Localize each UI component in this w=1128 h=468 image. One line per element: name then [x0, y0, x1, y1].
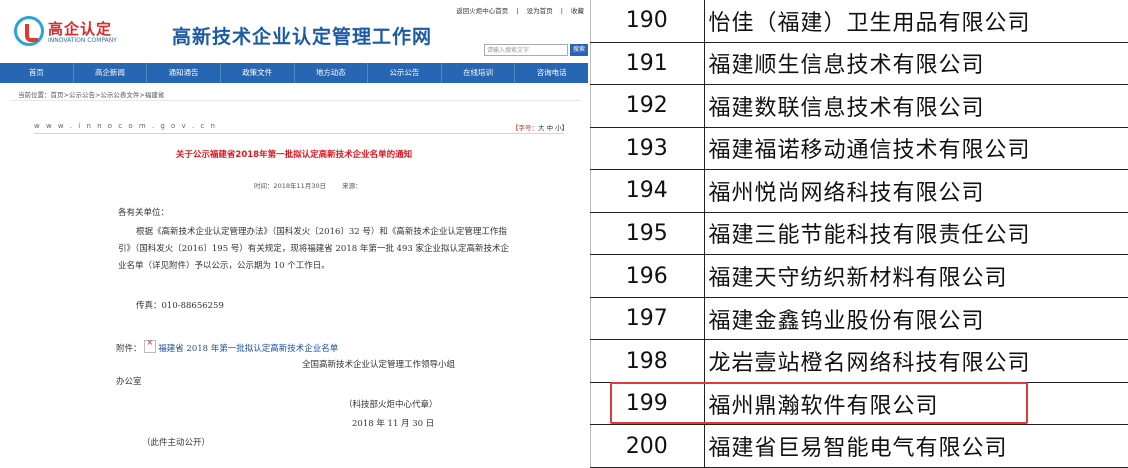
search-input[interactable]: 请输入搜索文字 [484, 44, 568, 56]
article-meta: 时间：2018年11月30日 来源： [254, 180, 376, 190]
company-name: 福建金鑫钨业股份有限公司 [704, 297, 1128, 341]
signature-org: 全国高新技术企业认定管理工作领导小组 [302, 360, 456, 370]
attachment-label: 附件： [116, 344, 142, 354]
divider [10, 100, 580, 101]
row-number: 196 [590, 254, 705, 298]
article-paragraph: 根据《高新技术企业认定管理办法》（国科发火〔2016〕32 号）和《高新技术企业… [118, 227, 509, 271]
row-number: 199 [590, 382, 705, 426]
table-row: 192 福建数联信息技术有限公司 [590, 84, 1128, 128]
public-note: （此件主动公开） [142, 438, 211, 448]
logo-text: 高企认定 [48, 20, 113, 38]
webpage-screenshot: 高企认定 INNOVATION COMPANY 高新技术企业认定管理工作网 返回… [0, 0, 588, 468]
font-size-options[interactable]: 大 中 小】 [538, 124, 568, 132]
table-row: 190 怡佳（福建）卫生用品有限公司 [590, 0, 1128, 43]
nav-announcements[interactable]: 公示公告 [368, 63, 442, 83]
logo-subtitle: INNOVATION COMPANY [48, 37, 117, 44]
company-name: 怡佳（福建）卫生用品有限公司 [704, 0, 1128, 43]
table-row: 195 福建三能节能科技有限责任公司 [590, 212, 1128, 256]
company-name: 福州悦尚网络科技有限公司 [704, 169, 1128, 213]
company-name: 福建数联信息技术有限公司 [704, 84, 1128, 128]
broken-image-icon [143, 338, 156, 353]
nav-policy[interactable]: 政策文件 [221, 63, 295, 83]
article-title: 关于公示福建省2018年第一批拟认定高新技术企业名单的通知 [175, 150, 413, 160]
attachment-link[interactable]: 福建省 2018 年第一批拟认定高新技术企业名单 [158, 344, 338, 354]
row-number: 195 [590, 212, 705, 256]
table-row: 198 龙岩壹站橙名网络科技有限公司 [590, 339, 1128, 383]
table-row: 196 福建天守纺织新材料有限公司 [590, 254, 1128, 298]
company-name: 福州鼎瀚软件有限公司 [704, 382, 1128, 426]
signature-seal: （科技部火炬中心代章） [344, 400, 438, 410]
search-button[interactable]: 搜索 [570, 44, 588, 56]
nav-home[interactable]: 首页 [0, 63, 74, 83]
company-name: 福建福诺移动通信技术有限公司 [704, 127, 1128, 171]
font-size-label: 【字号： [512, 124, 538, 132]
main-nav: 首页 高企新闻 通知通告 政策文件 地方动态 公示公告 在线培训 咨询电话 [0, 63, 588, 83]
table-row: 200 福建省巨易智能电气有限公司 [590, 424, 1128, 468]
company-name: 福建顺生信息技术有限公司 [704, 42, 1128, 86]
table-row: 194 福州悦尚网络科技有限公司 [590, 169, 1128, 213]
nav-training[interactable]: 在线培训 [442, 63, 516, 83]
font-size-switch[interactable]: 【字号：大 中 小】 [512, 122, 568, 132]
row-number: 190 [590, 0, 705, 43]
company-name: 福建天守纺织新材料有限公司 [704, 254, 1128, 298]
table-row: 199 福州鼎瀚软件有限公司 [590, 382, 1128, 426]
company-name: 龙岩壹站橙名网络科技有限公司 [704, 339, 1128, 383]
row-number: 191 [590, 42, 705, 86]
signature-date: 2018 年 11 月 30 日 [352, 419, 435, 429]
company-name: 福建省巨易智能电气有限公司 [704, 424, 1128, 468]
signature-office: 办公室 [116, 377, 142, 387]
row-number: 192 [590, 84, 705, 128]
nav-local[interactable]: 地方动态 [295, 63, 369, 83]
row-number: 198 [590, 339, 705, 383]
link-set-homepage[interactable]: 设为首页 [527, 7, 553, 15]
company-table: 190 怡佳（福建）卫生用品有限公司 191 福建顺生信息技术有限公司 192 福建数联信… [590, 0, 1128, 468]
site-logo[interactable]: 高企认定 INNOVATION COMPANY [14, 16, 164, 50]
breadcrumb: 当前位置：首页>公示公告>公示公表文件>福建省 [18, 91, 165, 99]
site-domain: w w w . i n n o c o m . g o v . c n [34, 122, 217, 130]
nav-hotline[interactable]: 咨询电话 [515, 63, 588, 83]
nav-notices[interactable]: 通知通告 [147, 63, 221, 83]
company-name: 福建三能节能科技有限责任公司 [704, 212, 1128, 256]
site-header: 高企认定 INNOVATION COMPANY 高新技术企业认定管理工作网 返回… [0, 0, 588, 62]
link-torch-home[interactable]: 返回火炬中心首页 [456, 7, 508, 15]
attachment: 附件： 福建省 2018 年第一批拟认定高新技术企业名单 [116, 338, 338, 355]
table-row: 197 福建金鑫钨业股份有限公司 [590, 297, 1128, 341]
nav-news[interactable]: 高企新闻 [74, 63, 148, 83]
salutation: 各有关单位： [118, 208, 170, 218]
divider [34, 133, 564, 134]
article-time: 时间：2018年11月30日 [254, 182, 327, 190]
table-row: 191 福建顺生信息技术有限公司 [590, 42, 1128, 86]
logo-icon [14, 16, 44, 46]
link-bookmark[interactable]: 收藏 [571, 7, 584, 15]
article-source: 来源： [342, 182, 362, 190]
company-list-panel: 190 怡佳（福建）卫生用品有限公司 191 福建顺生信息技术有限公司 192 福建数联信… [590, 0, 1128, 468]
top-links: 返回火炬中心首页 | 设为首页 | 收藏 [456, 7, 584, 15]
site-title: 高新技术企业认定管理工作网 [172, 26, 433, 48]
row-number: 200 [590, 424, 705, 468]
row-number: 194 [590, 169, 705, 213]
table-row: 193 福建福诺移动通信技术有限公司 [590, 127, 1128, 171]
row-number: 193 [590, 127, 705, 171]
fax-number: 传真：010-88656259 [136, 301, 224, 311]
row-number: 197 [590, 297, 705, 341]
